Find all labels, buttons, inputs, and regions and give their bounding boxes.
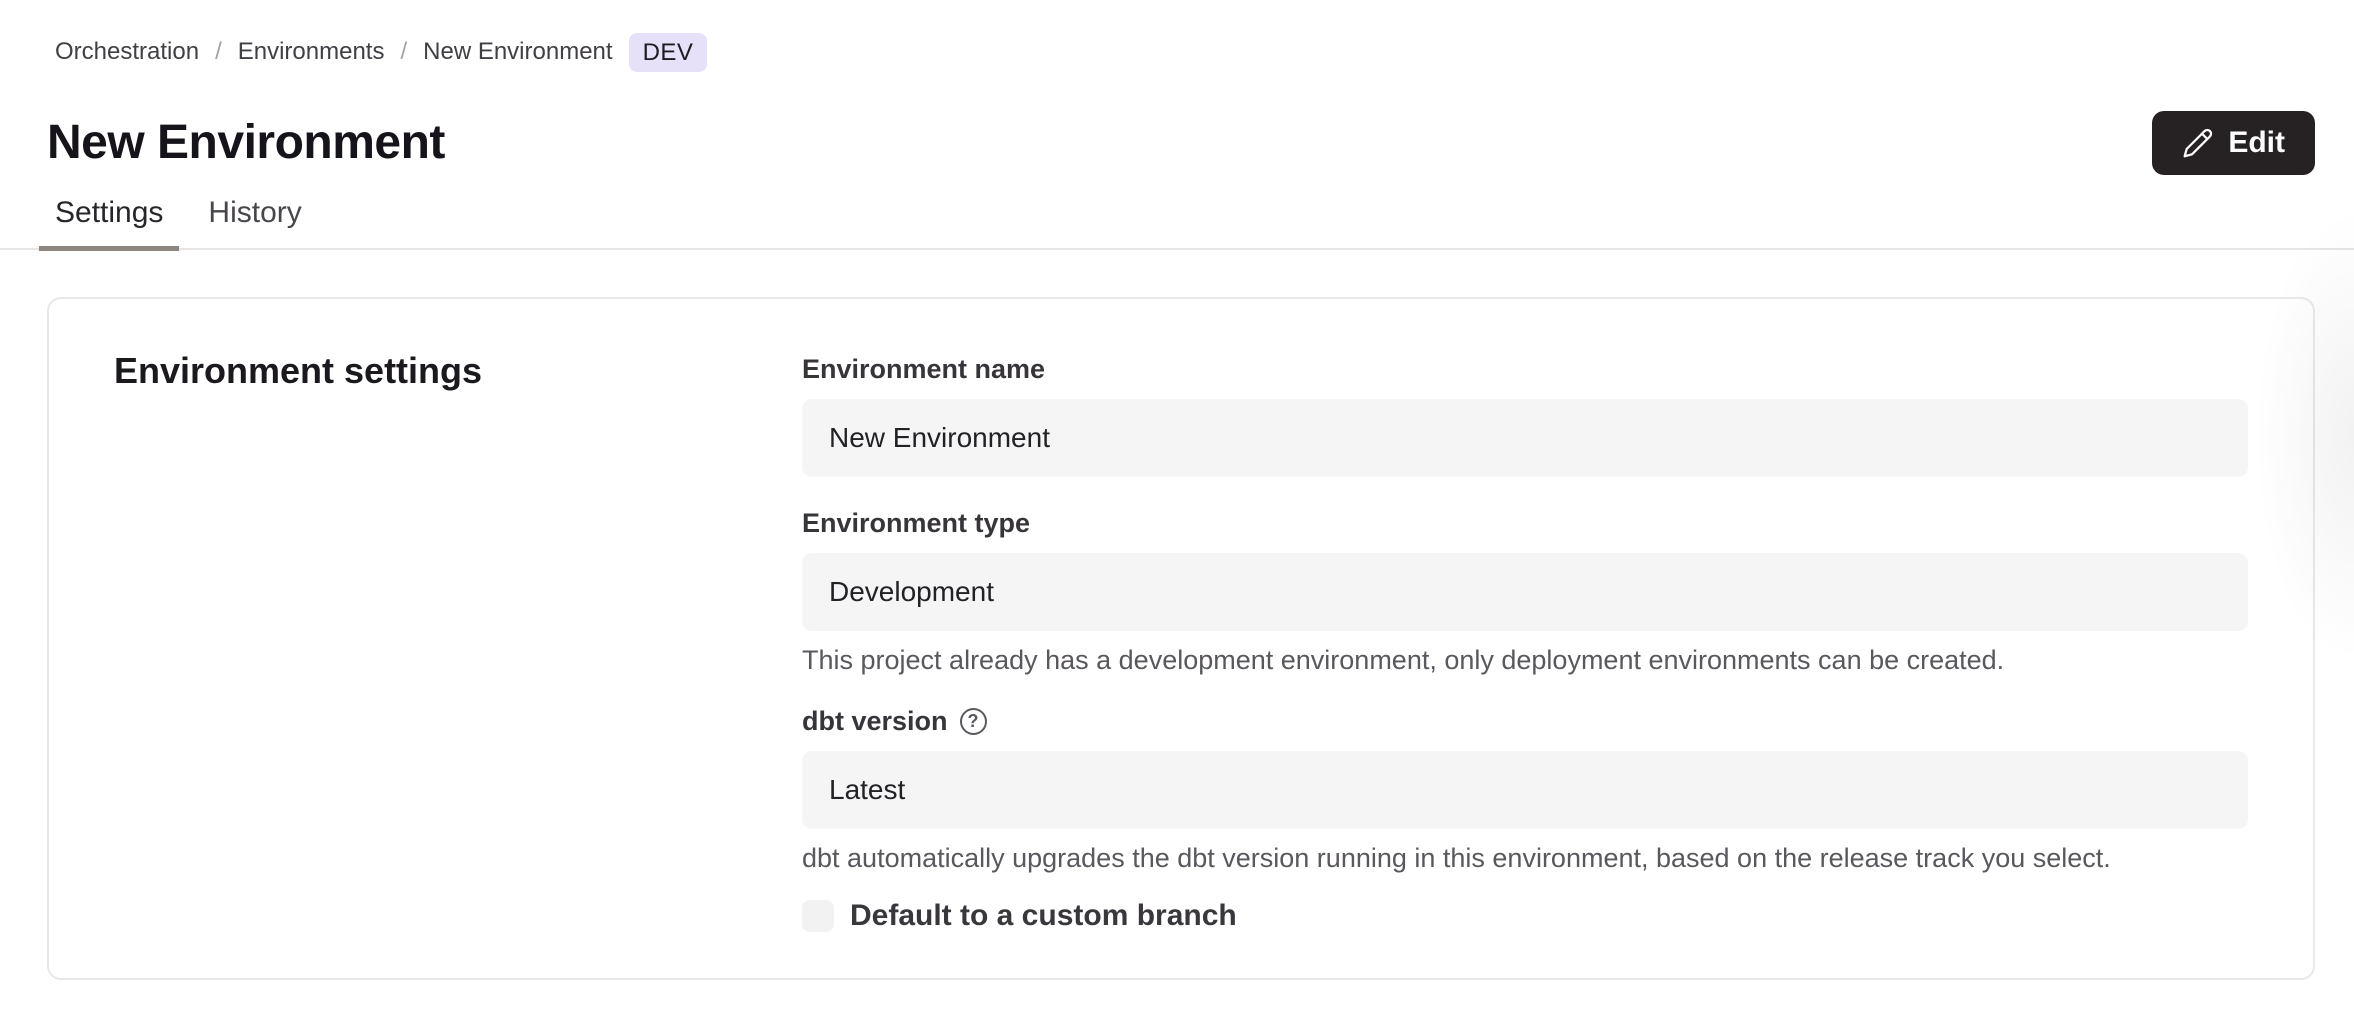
page: Orchestration / Environments / New Envir…	[0, 0, 2354, 980]
breadcrumb-separator: /	[215, 38, 222, 66]
breadcrumb-item-orchestration[interactable]: Orchestration	[55, 38, 199, 66]
custom-branch-checkbox[interactable]	[802, 900, 834, 932]
edit-button[interactable]: Edit	[2152, 111, 2315, 175]
environment-settings-card: Environment settings Environment name Ne…	[47, 297, 2315, 980]
environment-dev-badge: DEV	[629, 33, 708, 72]
title-row: New Environment Edit	[47, 110, 2315, 176]
tab-settings[interactable]: Settings	[39, 196, 179, 251]
breadcrumb-item-new-environment[interactable]: New Environment	[423, 38, 612, 66]
edit-button-label: Edit	[2228, 126, 2285, 160]
dbt-version-label: dbt version	[802, 703, 948, 739]
breadcrumb: Orchestration / Environments / New Envir…	[55, 30, 2315, 74]
custom-branch-label: Default to a custom branch	[850, 899, 1237, 933]
environment-type-field[interactable]: Development	[802, 553, 2248, 631]
pencil-icon	[2182, 127, 2214, 159]
help-circle-icon[interactable]: ?	[960, 708, 987, 735]
tab-bar: Settings History	[0, 196, 2354, 250]
breadcrumb-item-environments[interactable]: Environments	[238, 38, 385, 66]
card-heading-column: Environment settings	[114, 351, 802, 933]
breadcrumb-separator: /	[400, 38, 407, 66]
dbt-version-field[interactable]: Latest	[802, 751, 2248, 829]
dbt-version-helper: dbt automatically upgrades the dbt versi…	[802, 841, 2248, 875]
environment-settings-form: Environment name New Environment Environ…	[802, 351, 2248, 933]
tab-history[interactable]: History	[192, 196, 317, 248]
environment-name-field[interactable]: New Environment	[802, 399, 2248, 477]
card-heading: Environment settings	[114, 351, 802, 391]
dbt-version-label-row: dbt version ?	[802, 703, 2248, 739]
custom-branch-row: Default to a custom branch	[802, 899, 2248, 933]
page-title: New Environment	[47, 110, 445, 176]
environment-type-helper: This project already has a development e…	[802, 643, 2248, 677]
environment-type-label: Environment type	[802, 505, 2248, 541]
environment-name-label: Environment name	[802, 351, 2248, 387]
